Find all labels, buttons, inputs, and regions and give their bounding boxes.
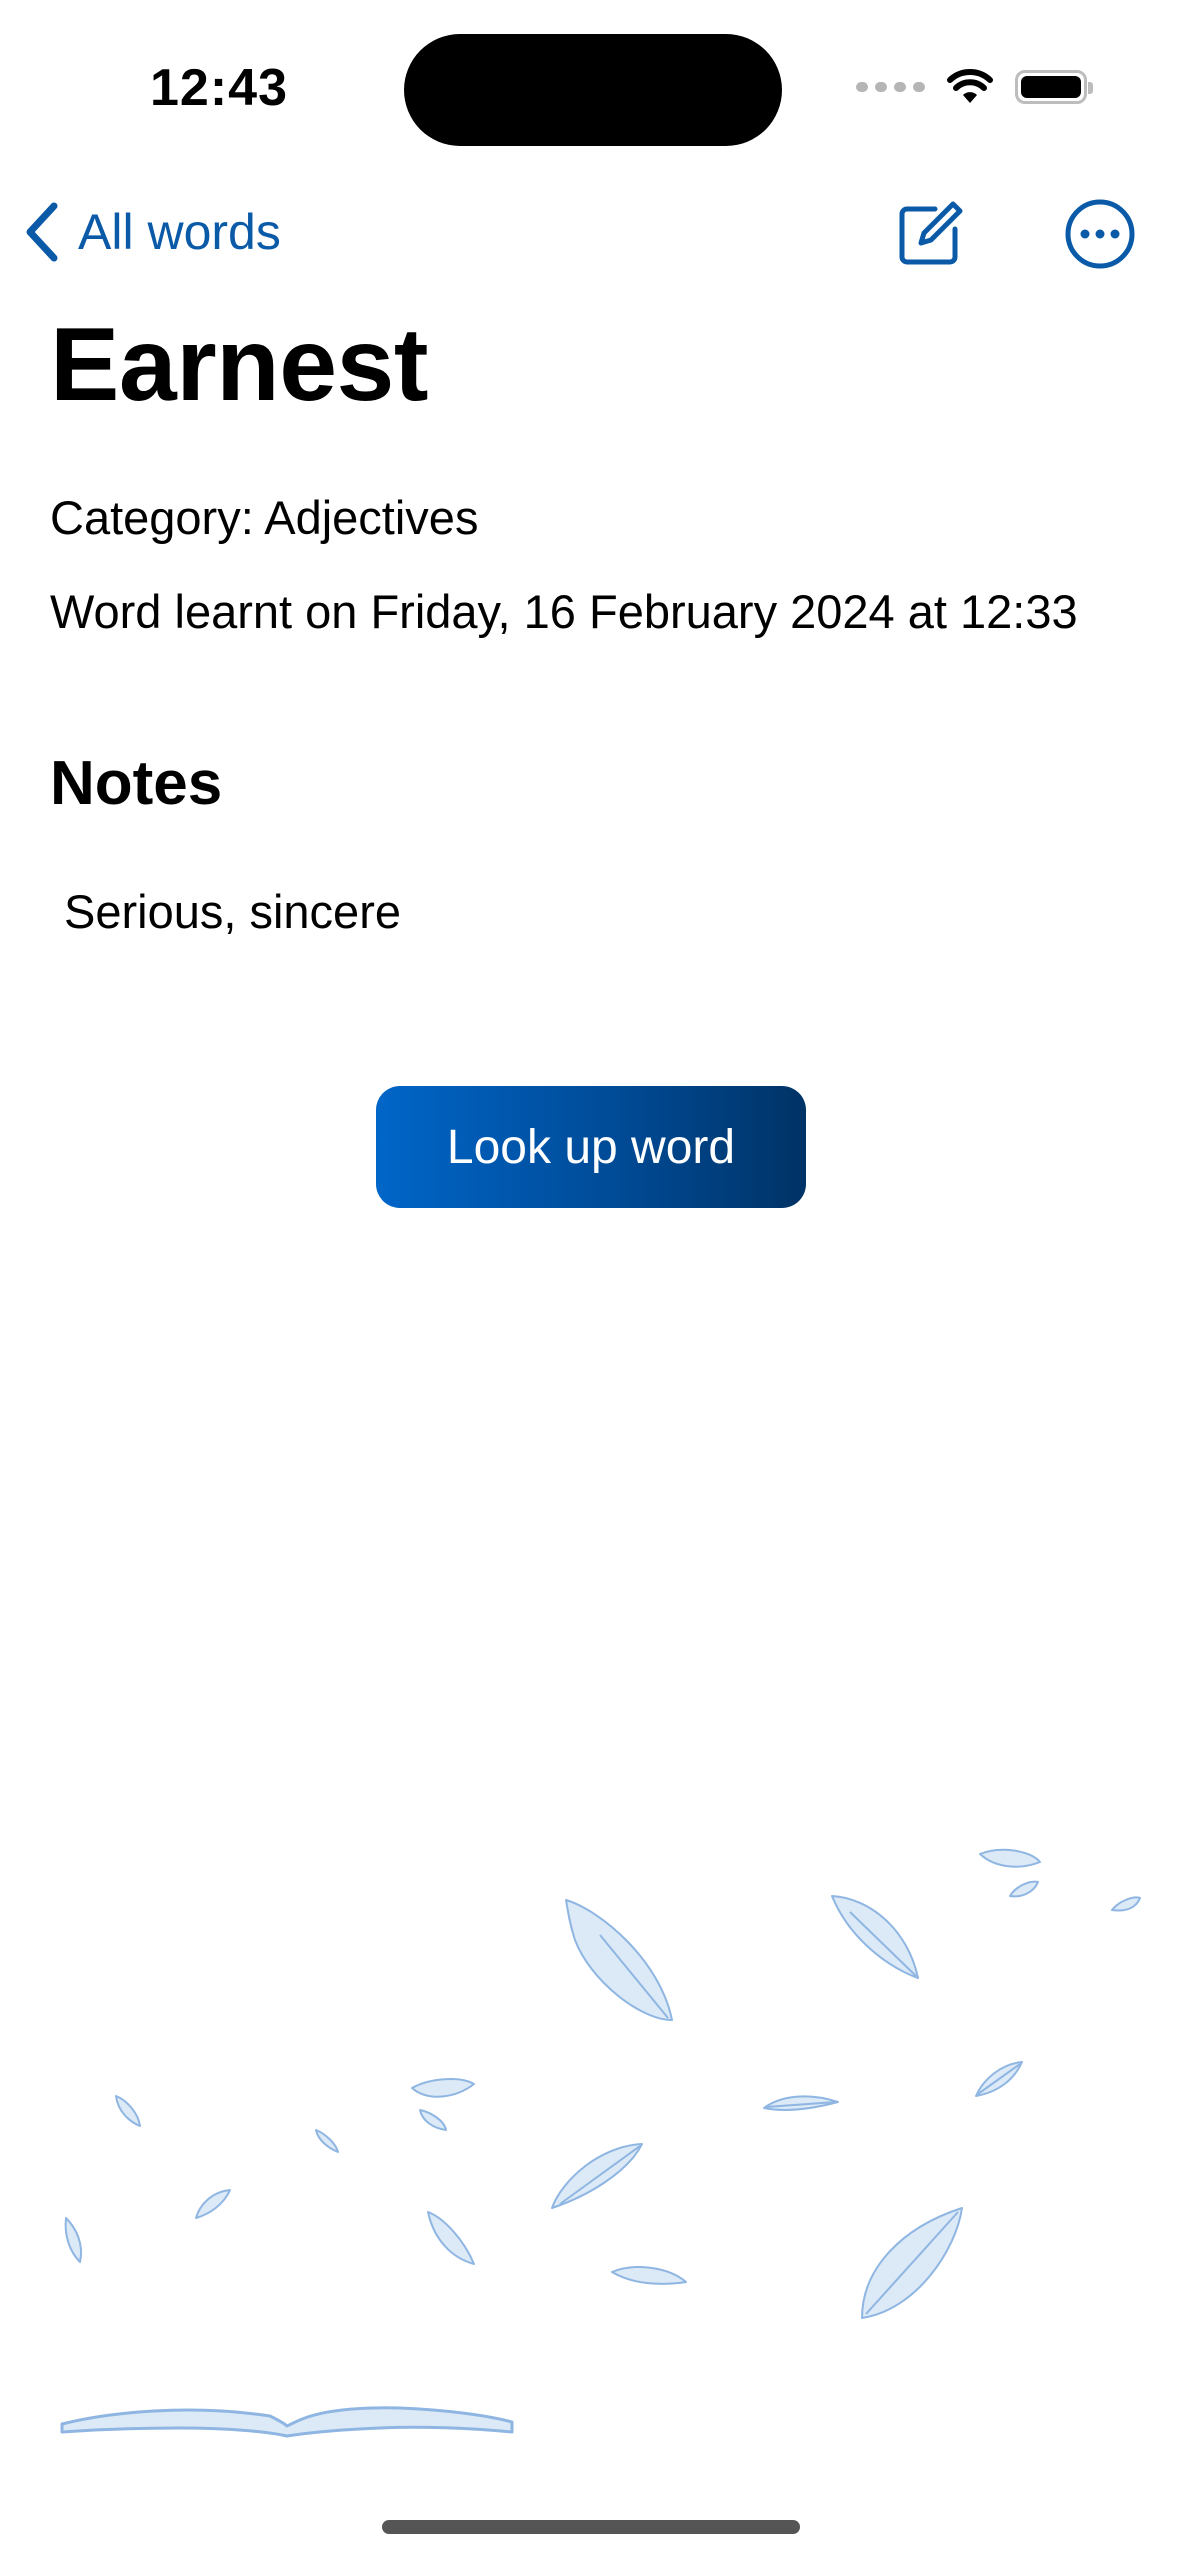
leaf-13 — [195, 2189, 231, 2219]
leaf-16 — [611, 2266, 687, 2285]
leaf-9 — [315, 2129, 339, 2153]
status-icons — [856, 62, 1093, 112]
notes-text: Serious, sincere — [64, 885, 401, 938]
home-indicator[interactable] — [382, 2520, 800, 2534]
navigation-bar: All words — [0, 180, 1179, 280]
cellular-signal-icon — [856, 82, 925, 92]
square-and-pencil-icon — [899, 201, 963, 265]
leaf-4 — [1009, 1880, 1039, 1898]
open-book-icon — [60, 2406, 514, 2438]
word-learnt-date: Word learnt on Friday, 16 February 2024 … — [50, 585, 1078, 638]
edit-button[interactable] — [890, 194, 970, 274]
leaf-5 — [1111, 1896, 1141, 1912]
leaf-15 — [427, 2211, 475, 2265]
battery-icon — [1015, 70, 1093, 104]
leaf-14 — [64, 2217, 82, 2263]
back-button[interactable]: All words — [24, 200, 281, 264]
more-options-button[interactable] — [1060, 194, 1140, 274]
leaf-6 — [115, 2095, 141, 2127]
leaf-3 — [979, 1848, 1041, 1868]
wifi-icon — [947, 69, 993, 103]
back-button-label: All words — [78, 204, 281, 260]
word-title: Earnest — [50, 307, 429, 423]
falling-leaves-illustration — [60, 1848, 1141, 2438]
word-category: Category: Adjectives — [50, 491, 479, 544]
look-up-word-button[interactable]: Look up word — [376, 1086, 806, 1208]
leaf-7 — [411, 2078, 475, 2098]
dynamic-island — [404, 34, 782, 146]
leaf-8 — [419, 2109, 447, 2131]
word-detail: Earnest Category: Adjectives Word learnt… — [50, 300, 1130, 944]
ellipsis-circle-icon — [1065, 199, 1135, 269]
chevron-left-icon — [26, 202, 58, 262]
notes-heading: Notes — [50, 749, 223, 818]
status-bar: 12:43 — [0, 0, 1179, 170]
status-time: 12:43 — [150, 59, 288, 117]
